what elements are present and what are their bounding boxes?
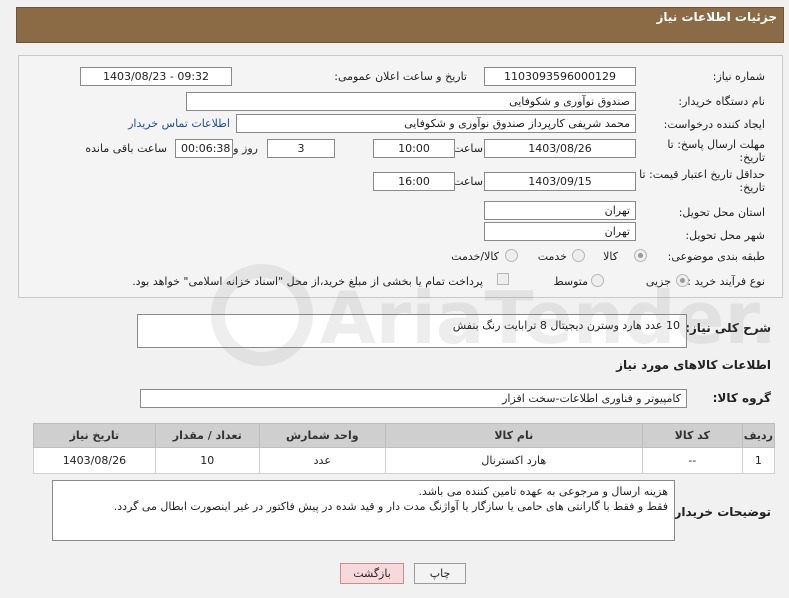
announce-field[interactable]: 1403/08/23 - 09:32: [80, 67, 232, 86]
deadline-date-field[interactable]: 1403/08/26: [484, 139, 636, 158]
col-row-number: ردیف: [741, 423, 776, 448]
buyer-org-field[interactable]: صندوق نوآوری و شکوفایی: [186, 92, 636, 111]
col-need-date: تاریخ نیاز: [33, 423, 156, 448]
items-table: ردیف کد کالا نام کالا واحد شمارش تعداد /…: [33, 423, 776, 474]
deadline-time-label: ساعت: [453, 142, 483, 155]
category-radio-goods[interactable]: [634, 249, 647, 262]
col-item-code: کد کالا: [641, 423, 743, 448]
table-row[interactable]: 1 -- هارد اکسترنال عدد 10 1403/08/26: [33, 447, 776, 474]
cell-unit: عدد: [258, 447, 386, 474]
col-item-name: نام کالا: [384, 423, 643, 448]
process-label: نوع فرآیند خرید :: [687, 275, 765, 288]
print-button[interactable]: چاپ: [414, 563, 466, 584]
table-header-row: ردیف کد کالا نام کالا واحد شمارش تعداد /…: [33, 423, 776, 448]
process-option-minor: جزیی: [645, 275, 671, 288]
goods-group-field[interactable]: کامپیوتر و فناوری اطلاعات-سخت افزار: [140, 389, 687, 408]
category-radio-goods-service[interactable]: [505, 249, 518, 262]
process-radio-medium[interactable]: [591, 274, 604, 287]
treasury-payment-checkbox[interactable]: [497, 273, 509, 285]
buyer-notes-textarea[interactable]: هزینه ارسال و مرجوعی به عهده تامین کننده…: [52, 480, 675, 541]
category-option-goods: کالا: [603, 250, 618, 263]
process-radio-minor[interactable]: [676, 274, 689, 287]
creator-field[interactable]: محمد شریفی کارپرداز صندوق نوآوری و شکوفا…: [236, 114, 636, 133]
days-label: روز و: [233, 142, 258, 155]
treasury-payment-note: پرداخت تمام یا بخشی از مبلغ خرید،از محل …: [132, 275, 483, 288]
cell-need-date: 1403/08/26: [33, 447, 156, 474]
days-field[interactable]: 3: [267, 139, 335, 158]
remaining-time-field[interactable]: 00:06:38: [175, 139, 233, 158]
creator-label: ایجاد کننده درخواست:: [663, 118, 765, 131]
need-number-field[interactable]: 1103093596000129: [484, 67, 636, 86]
city-label: شهر محل تحویل:: [685, 229, 765, 242]
process-option-medium: متوسط: [553, 275, 588, 288]
cell-item-code: --: [641, 447, 743, 474]
back-button[interactable]: بازگشت: [340, 563, 404, 584]
validity-label: حداقل تاریخ اعتبار قیمت: تا: [639, 168, 765, 181]
cell-quantity: 10: [154, 447, 260, 474]
goods-group-label: گروه کالا:: [712, 391, 771, 405]
buyer-notes-label: توضیحات خریدار:: [669, 505, 771, 519]
cell-row-number: 1: [741, 447, 776, 474]
buyer-notes-line-2: فقط و فقط با گارانتی های حامی یا سازگار …: [113, 500, 668, 513]
need-number-label: شماره نیاز:: [712, 70, 765, 83]
category-option-goods-service: کالا/خدمت: [451, 250, 499, 263]
deadline-time-field[interactable]: 10:00: [373, 139, 455, 158]
buyer-org-label: نام دستگاه خریدار:: [678, 95, 765, 108]
goods-info-title: اطلاعات کالاهای مورد نیاز: [616, 358, 771, 372]
category-radio-service[interactable]: [572, 249, 585, 262]
announce-label: تاریخ و ساعت اعلان عمومی:: [334, 70, 467, 83]
validity-date-field[interactable]: 1403/09/15: [484, 172, 636, 191]
category-label: طبقه بندی موضوعی:: [667, 250, 765, 263]
province-label: استان محل تحویل:: [678, 206, 765, 219]
validity-time-label: ساعت: [453, 175, 483, 188]
deadline-date-label: تاریخ:: [739, 151, 765, 164]
description-label: شرح کلی نیاز:: [685, 321, 771, 335]
buyer-notes-line-1: هزینه ارسال و مرجوعی به عهده تامین کننده…: [418, 485, 668, 498]
city-field[interactable]: تهران: [484, 222, 636, 241]
category-option-service: خدمت: [537, 250, 567, 263]
buyer-contact-link[interactable]: اطلاعات تماس خریدار: [128, 117, 230, 130]
page-title: جزئیات اطلاعات نیاز: [656, 10, 777, 24]
remaining-label: ساعت باقی مانده: [85, 142, 167, 155]
col-quantity: تعداد / مقدار: [154, 423, 260, 448]
description-textarea[interactable]: 10 عدد هارد وسترن دیجیتال 8 ترابایت رنگ …: [137, 314, 687, 348]
cell-item-name: هارد اکسترنال: [384, 447, 643, 474]
province-field[interactable]: تهران: [484, 201, 636, 220]
validity-date-label: تاریخ:: [739, 181, 765, 194]
col-unit: واحد شمارش: [258, 423, 386, 448]
validity-time-field[interactable]: 16:00: [373, 172, 455, 191]
deadline-label: مهلت ارسال پاسخ: تا: [667, 138, 765, 151]
